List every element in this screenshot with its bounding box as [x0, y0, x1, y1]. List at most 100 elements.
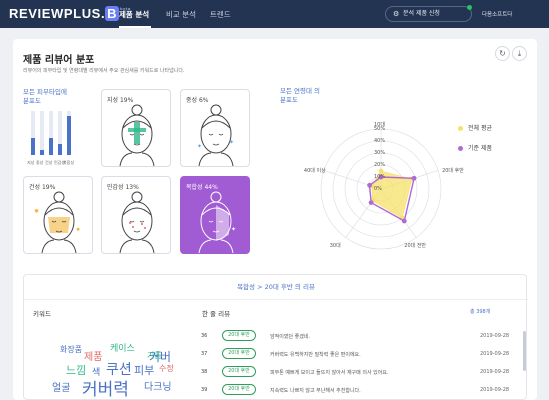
radar-axis-label: 30대: [329, 242, 341, 249]
skin-card-label: 지성 19%: [107, 97, 134, 104]
review-number: 37: [201, 351, 208, 357]
skin-bar-fill: [31, 138, 35, 155]
svg-text:✦: ✦: [231, 226, 236, 233]
active-tab-indicator: [119, 26, 151, 28]
review-number: 38: [201, 369, 208, 375]
svg-text:✹: ✹: [34, 208, 39, 215]
keyword-word[interactable]: 다크닝: [144, 378, 172, 393]
settings-icon: ⚙: [393, 10, 400, 18]
svg-text:✦: ✦: [197, 143, 202, 150]
skin-card-normal[interactable]: 중성 6% ✦ ✦: [180, 89, 250, 167]
keyword-word[interactable]: 커버력: [82, 375, 129, 400]
radar-tick-label: 0%: [374, 186, 382, 192]
skin-bar[interactable]: [40, 111, 44, 155]
legend-swatch: [458, 145, 463, 151]
skin-card-label: 복합성 44%: [186, 184, 218, 191]
skin-bar-fill: [40, 149, 44, 155]
legend-swatch: [458, 125, 463, 131]
review-text: 커버력도 유백하지만 밀착력 좋은 편이에요.: [270, 352, 361, 358]
face-illustration-icon: [119, 191, 155, 253]
skin-bar-label: 복합성: [63, 160, 75, 165]
review-total-count: 총 398개: [470, 309, 491, 315]
skin-card-label: 건성 19%: [29, 184, 56, 191]
nav-trend[interactable]: 트렌드: [210, 9, 231, 20]
legend-item-product: 기준 제품: [458, 143, 492, 152]
skin-bar[interactable]: [49, 111, 53, 155]
download-icon[interactable]: ⤓: [512, 46, 527, 61]
keyword-column-header: 키워드: [33, 310, 51, 318]
svg-text:✹: ✹: [76, 227, 80, 233]
skin-card-combination[interactable]: 복합성 44% ✦: [180, 176, 250, 254]
skin-bar-fill: [58, 143, 62, 155]
skin-bar-label: 중성: [36, 160, 44, 165]
nav-product-analysis[interactable]: 제품 분석: [119, 9, 149, 20]
radar-point[interactable]: [368, 200, 374, 205]
face-illustration-icon: ✦✦: [197, 104, 234, 166]
skin-bar[interactable]: [31, 111, 35, 155]
radar-point[interactable]: [367, 182, 372, 188]
radar-axis-label: 20대 후반: [442, 168, 464, 175]
face-illustration-icon: ✦: [198, 191, 236, 253]
skin-card-label: 중성 6%: [186, 97, 209, 104]
age-badge: 20대 후반: [222, 366, 256, 377]
face-illustration-icon: [119, 104, 155, 166]
user-link[interactable]: 다음소프트다: [482, 10, 512, 18]
radar-tick-label: 30%: [374, 150, 386, 156]
radar-point[interactable]: [378, 168, 384, 174]
skin-bar[interactable]: [58, 111, 62, 155]
keyword-word[interactable]: 피부: [134, 362, 154, 378]
review-row[interactable]: 39 20대 후반 지속력도 나쁘지 않고 무난해서 추천합니다. 2019-09-2…: [194, 384, 518, 398]
review-list-scrollbar[interactable]: [523, 331, 526, 371]
skin-bar-label: 건성: [45, 160, 53, 165]
radar-point[interactable]: [401, 218, 407, 224]
keyword-word[interactable]: 수정: [159, 363, 174, 374]
age-badge: 20대 후반: [222, 348, 256, 359]
radar-axis-label: 40대 이상: [303, 168, 326, 175]
review-column-header: 한 줄 리뷰: [202, 310, 231, 318]
age-badge: 20대 후반: [222, 384, 256, 395]
skin-card-dry[interactable]: 건성 19% ✹ ✹: [23, 176, 93, 254]
legend-item-average: 전체 평균: [458, 123, 492, 132]
keyword-word[interactable]: 화장품: [60, 344, 82, 355]
app-logo[interactable]: REVIEWPLUS. Bbeta: [9, 6, 131, 21]
review-number: 36: [201, 333, 208, 339]
radar-series-polygon: [368, 176, 415, 223]
keyword-word[interactable]: 얼굴: [52, 379, 70, 394]
skin-bar-fill: [49, 138, 53, 155]
skin-bar[interactable]: [67, 111, 71, 155]
review-date: 2019-09-28: [480, 387, 510, 393]
review-date: 2019-09-28: [480, 369, 510, 375]
svg-text:✦: ✦: [229, 139, 234, 146]
divider: [24, 299, 528, 300]
skin-card-label: 민감성 13%: [107, 184, 139, 191]
radar-point[interactable]: [411, 175, 417, 181]
skin-bar-fill: [67, 116, 71, 155]
age-badge: 20대 후반: [222, 330, 256, 341]
review-detail-panel: 복합성 > 20대 후반 의 리뷰 키워드 한 줄 리뷰 총 398개 화장품 케…: [23, 274, 528, 400]
keyword-word[interactable]: 제품: [84, 348, 102, 363]
refresh-icon[interactable]: ↻: [495, 46, 510, 61]
radar-axis-label: 10대: [374, 122, 385, 128]
skin-card-oily[interactable]: 지성 19%: [101, 89, 171, 167]
skin-distribution-title: 모든 피부타입에 분포도: [23, 88, 67, 105]
reviewer-distribution-card: 제품 리뷰어 분포 리뷰어의 피부타입 및 연령대별 리뷰에서 주요 관심새를 …: [13, 39, 537, 400]
review-row[interactable]: 36 20대 후반 암적이였던 좋겠네. 2019-09-28: [194, 330, 518, 344]
review-row[interactable]: 37 20대 후반 커버력도 유백하지만 밀착력 좋은 편이에요. 2019-09-2…: [194, 348, 518, 362]
face-illustration-icon: ✹✹: [34, 191, 80, 253]
radar-axis-label: 20대 전반: [404, 242, 427, 249]
review-number: 39: [201, 387, 208, 393]
skin-card-sensitive[interactable]: 민감성 13%: [101, 176, 171, 254]
age-radar-chart: 50% 40% 30% 20% 10% 0% 10대 20대 후반 20대 전반 30대 40대 이…: [281, 103, 481, 277]
review-text: 지속력도 나쁘지 않고 무난해서 추천합니다.: [270, 388, 361, 394]
keyword-word[interactable]: 기름: [147, 350, 162, 361]
review-row[interactable]: 38 20대 후반 피부톤 예쁘게 보이고 들뜨지 않아서 재구매 의사 있어요. 2…: [194, 366, 518, 380]
page-title: 제품 리뷰어 분포: [23, 55, 95, 66]
notification-dot: [467, 5, 472, 10]
request-analysis-button[interactable]: ⚙ 분석 제품 신청: [385, 6, 472, 22]
keyword-word[interactable]: 케이스: [110, 341, 135, 354]
page-subtitle: 리뷰어의 피부타입 및 연령대별 리뷰에서 주요 관심새를 키워드로 나타냅니다…: [23, 68, 185, 74]
nav-comparison-analysis[interactable]: 비교 분석: [166, 9, 196, 20]
radar-tick-label: 10%: [374, 174, 386, 180]
radar-tick-label: 20%: [374, 162, 386, 168]
review-text: 피부톤 예쁘게 보이고 들뜨지 않아서 재구매 의사 있어요.: [270, 370, 389, 376]
